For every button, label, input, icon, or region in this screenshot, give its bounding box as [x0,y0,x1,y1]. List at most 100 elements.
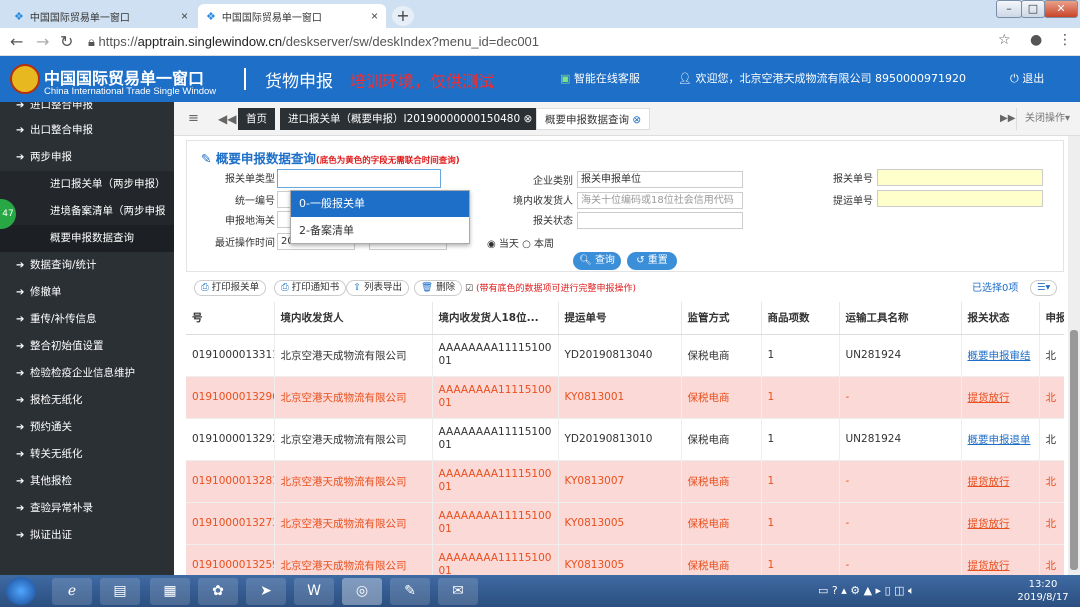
sidebar-item-exception-entry[interactable]: ➔ 查验异常补录 [0,495,174,522]
new-tab-button[interactable]: + [392,6,414,26]
browser-tab-title: 中国国际贸易单一窗口 [221,12,322,24]
scrollbar-thumb[interactable] [1070,330,1078,570]
col-header-vessel[interactable]: 运输工具名称 [839,302,962,335]
close-tab-icon[interactable]: × [371,9,378,23]
table-row[interactable]: 0191000013311 北京空港天成物流有限公司 AAAAAAAA11115… [186,334,1064,377]
paint-taskbar-icon[interactable]: ✎ [390,578,430,605]
sidebar-item-transit-paperless[interactable]: ➔ 转关无纸化 [0,441,174,468]
cell-consignee: 北京空港天成物流有限公司 [274,334,433,377]
cell-status-link[interactable]: 提货放行 [961,376,1040,419]
close-tab-icon[interactable]: ⊗ [520,113,533,125]
sidebar-item-paperless-inspection[interactable]: ➔ 报检无纸化 [0,387,174,414]
consignee-input[interactable]: 海关十位编码或18位社会信用代码 [577,192,743,209]
arrow-right-icon: ➔ [16,152,25,163]
col-header-no[interactable]: 号 [186,302,275,335]
col-header-consignee-code[interactable]: 境内收发货人18位... [432,302,559,335]
system-tray-icons[interactable]: ▭ ? ▴ ⚙ ▲ ▸ ▯ ◫ 🔈︎ [818,584,915,598]
reload-icon[interactable]: ↻ [60,32,73,51]
browser-tab-1[interactable]: ❖ 中国国际贸易单一窗口 × [6,4,196,28]
cell-declarant: 北 [1039,460,1064,503]
tab-summary-query[interactable]: 概要申报数据查询 ⊗ [536,108,651,130]
print-notice-button[interactable]: ⎙ 打印通知书 [274,280,347,296]
ie-taskbar-icon[interactable]: ℯ [52,578,92,605]
status-select[interactable] [577,212,743,229]
export-list-button[interactable]: ⇪ 列表导出 [346,280,409,296]
tab-import-declaration[interactable]: 进口报关单（概要申报）I20190000000150480 ⊗ [280,108,541,130]
collapse-menu-icon[interactable]: ≡ [180,108,207,130]
sidebar-item-entry-filing-two-step[interactable]: 进境备案清单（两步申报 [0,198,174,225]
photos-taskbar-icon[interactable]: ✿ [198,578,238,605]
wechat-taskbar-icon[interactable]: ✉ [438,578,478,605]
sidebar-item-summary-query[interactable]: 概要申报数据查询 [0,225,174,252]
dropdown-option-filing[interactable]: 2-备案清单 [291,219,469,243]
online-service-link[interactable]: ▣ 智能在线客服 [560,70,640,86]
cell-bill: YD20190813010 [558,418,682,461]
print-declaration-button[interactable]: ⎙ 打印报关单 [194,280,267,296]
sidebar-item-appointment[interactable]: ➔ 预约通关 [0,414,174,441]
col-header-items[interactable]: 商品项数 [761,302,840,335]
minimize-button[interactable]: – [996,0,1022,18]
col-header-consignee[interactable]: 境内收发货人 [274,302,433,335]
cell-items: 1 [761,460,840,503]
delete-button[interactable]: 🗑︎ 删除 [414,280,463,296]
search-button[interactable]: 🔍︎ 查询 [573,252,621,270]
bookmark-star-icon[interactable]: ☆ [998,32,1011,48]
col-header-mode[interactable]: 监管方式 [681,302,762,335]
cell-status-link[interactable]: 概要申报审结 [961,334,1040,377]
menu-dots-icon[interactable]: ⋮ [1058,32,1072,48]
sidebar-item-withdraw[interactable]: ➔ 修撤单 [0,279,174,306]
col-header-status[interactable]: 报关状态 [961,302,1040,335]
sidebar-item-data-query[interactable]: ➔ 数据查询/统计 [0,252,174,279]
dropdown-option-general[interactable]: 0-一般报关单 [291,191,469,217]
feishu-taskbar-icon[interactable]: ➤ [246,578,286,605]
week-radio[interactable]: ○ 本周 [522,239,554,250]
close-window-button[interactable]: ✕ [1044,0,1078,18]
decl-no-input[interactable] [877,169,1043,186]
cell-no: 0191000013292 [186,418,275,461]
sidebar-item-export-integrated[interactable]: ➔ 出口整合申报 [0,117,174,144]
table-row[interactable]: 0191000013281 北京空港天成物流有限公司 AAAAAAAA11115… [186,460,1064,503]
sidebar-item-initial-settings[interactable]: ➔ 整合初始值设置 [0,333,174,360]
sidebar-item-other-inspection[interactable]: ➔ 其他报检 [0,468,174,495]
doc-type-select[interactable] [277,169,441,188]
bill-no-input[interactable] [877,190,1043,207]
consignee-label: 境内收发货人 [513,196,573,207]
forward-icon[interactable]: → [36,32,49,51]
sidebar-item-certificate[interactable]: ➔ 拟证出证 [0,522,174,549]
close-tab-icon[interactable]: ⊗ [629,114,641,126]
logout-button[interactable]: ⏻ 退出 [1010,70,1044,86]
close-tab-icon[interactable]: × [181,9,188,23]
back-icon[interactable]: ← [10,32,23,51]
cell-status-link[interactable]: 提货放行 [961,544,1040,575]
sidebar-item-two-step[interactable]: ➔ 两步申报 [0,144,174,171]
profile-icon[interactable]: ● [1030,32,1042,48]
taskbar-clock[interactable]: 13:20 2019/8/17 [1012,578,1074,604]
url-field[interactable]: 🔒︎ https://apptrain.singlewindow.cn/desk… [88,31,988,53]
sidebar-item-inspection-info[interactable]: ➔ 检验检疫企业信息维护 [0,360,174,387]
table-row[interactable]: 0191000013296 北京空港天成物流有限公司 AAAAAAAA11115… [186,376,1064,419]
column-toggle-button[interactable]: ☰▾ [1030,280,1058,296]
table-row[interactable]: 0191000013259 北京空港天成物流有限公司 AAAAAAAA11115… [186,544,1064,575]
chrome-taskbar-icon[interactable]: ◎ [342,578,382,605]
browser-tab-2[interactable]: ❖ 中国国际贸易单一窗口 × [198,4,386,28]
search-icon: 🔍︎ [579,255,595,266]
cell-status-link[interactable]: 概要申报退单 [961,418,1040,461]
wps-taskbar-icon[interactable]: W [294,578,334,605]
col-header-declarant[interactable]: 申报 [1039,302,1064,335]
sidebar-item-retransmit[interactable]: ➔ 重传/补传信息 [0,306,174,333]
today-radio[interactable]: ◉ 当天 [487,239,519,250]
start-button[interactable] [6,577,36,605]
sidebar-item-import-decl-two-step[interactable]: 进口报关单（两步申报） [0,171,174,198]
explorer-taskbar-icon[interactable]: ▤ [100,578,140,605]
col-header-bill-no[interactable]: 提运单号 [558,302,682,335]
table-row[interactable]: 0191000013292 北京空港天成物流有限公司 AAAAAAAA11115… [186,418,1064,461]
cell-status-link[interactable]: 提货放行 [961,502,1040,545]
close-operations-menu[interactable]: 关闭操作▾ [1016,108,1078,130]
company-type-select[interactable]: 报关申报单位 [577,171,743,188]
maximize-button[interactable]: □ [1021,0,1045,18]
cell-status-link[interactable]: 提货放行 [961,460,1040,503]
tab-home[interactable]: 首页 [238,108,275,130]
table-row[interactable]: 0191000013273 北京空港天成物流有限公司 AAAAAAAA11115… [186,502,1064,545]
reset-button[interactable]: ↺ 重置 [627,252,677,270]
app-taskbar-icon[interactable]: ▦ [150,578,190,605]
